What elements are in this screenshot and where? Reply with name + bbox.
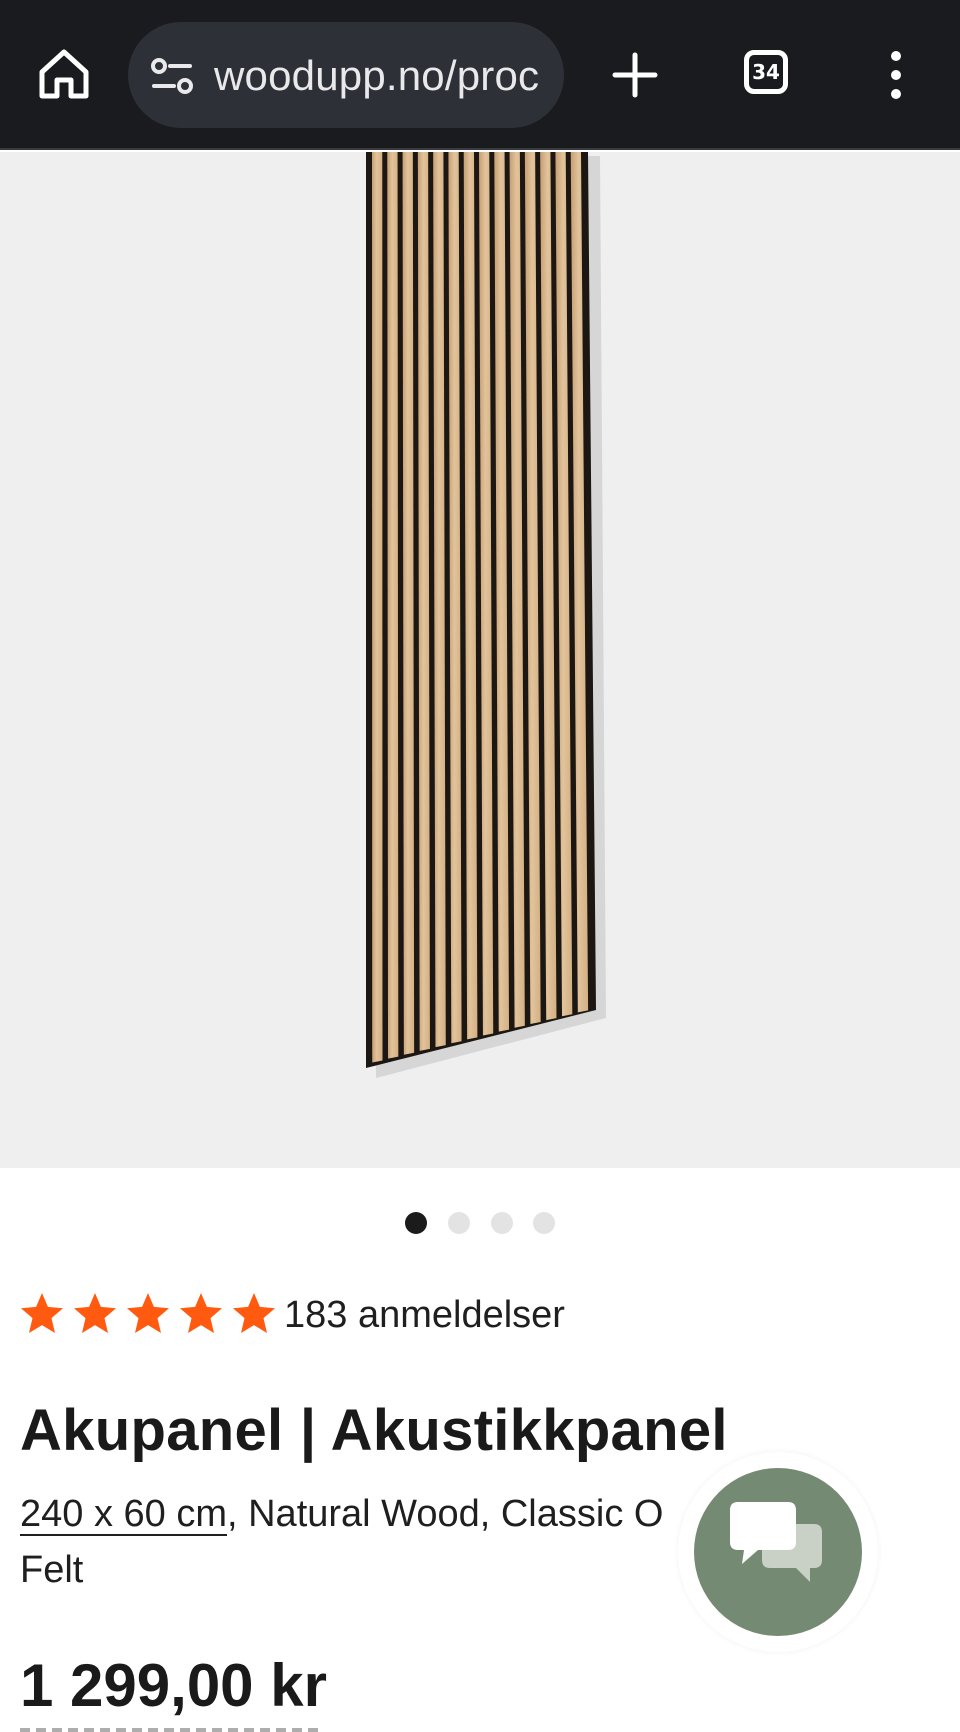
variant-text: , Natural Wood, Classic O <box>227 1493 664 1535</box>
product-price: 1 299,00 kr <box>20 1652 327 1719</box>
chat-bubbles-icon <box>730 1502 822 1582</box>
carousel-dot[interactable] <box>405 1212 427 1234</box>
address-bar[interactable]: woodupp.no/proc <box>128 22 564 128</box>
product-image[interactable] <box>0 152 960 1168</box>
product-rating[interactable]: 183 anmeldelser <box>20 1290 720 1340</box>
carousel-dot[interactable] <box>491 1212 513 1234</box>
star-icon <box>74 1293 116 1333</box>
star-icon <box>21 1293 63 1333</box>
carousel-dot[interactable] <box>533 1212 555 1234</box>
variant-size-link[interactable]: 240 x 60 cm <box>20 1493 227 1535</box>
star-rating <box>20 1290 280 1340</box>
image-carousel-dots <box>0 1210 960 1236</box>
star-icon <box>233 1293 275 1333</box>
wood-slat <box>417 152 430 1051</box>
wood-slat <box>402 152 415 1055</box>
wood-slat <box>372 152 383 1063</box>
tab-switcher-button[interactable]: 34 <box>744 50 788 94</box>
chat-button[interactable] <box>678 1452 878 1652</box>
carousel-dot[interactable] <box>448 1212 470 1234</box>
review-count-link[interactable]: 183 anmeldelser <box>284 1290 565 1340</box>
new-tab-plus-icon[interactable] <box>612 52 658 98</box>
star-icon <box>127 1293 169 1333</box>
browser-toolbar: woodupp.no/proc 34 <box>0 0 960 150</box>
more-menu-icon[interactable] <box>884 50 908 100</box>
site-settings-icon[interactable] <box>150 57 194 95</box>
star-icon <box>180 1293 222 1333</box>
url-text[interactable]: woodupp.no/proc <box>214 48 554 104</box>
variant-text-line2: Felt <box>20 1549 84 1591</box>
price-subtext-cutoff <box>20 1722 320 1732</box>
wood-slat <box>387 152 399 1059</box>
home-icon[interactable] <box>36 46 92 102</box>
acoustic-panel-illustration <box>366 152 606 1078</box>
